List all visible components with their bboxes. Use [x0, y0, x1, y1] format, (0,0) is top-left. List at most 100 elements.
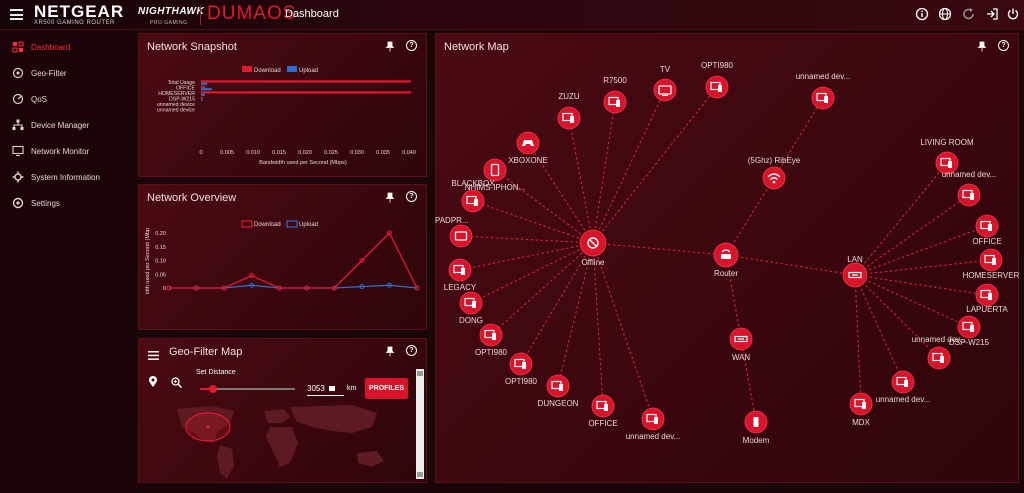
network-node-circle[interactable] — [603, 90, 627, 114]
network-node-office-off[interactable]: OFFICE — [588, 394, 618, 428]
scroll-down-icon[interactable] — [417, 472, 423, 477]
network-node-modem[interactable]: Modem — [743, 410, 770, 445]
modem-icon — [753, 417, 759, 427]
sidebar-item-settings[interactable]: Settings — [0, 192, 130, 214]
help-icon[interactable]: ? — [406, 345, 417, 356]
network-node-circle[interactable] — [479, 323, 503, 347]
snapshot-chart: Download Upload Total UsageOFFICEHOMESER… — [157, 66, 416, 166]
pin-icon[interactable] — [385, 192, 395, 203]
network-link — [854, 274, 904, 383]
network-node-tv[interactable]: TV — [653, 65, 677, 102]
sidebar-item-system-information[interactable]: System Information — [0, 166, 130, 188]
overview-ytick-label: 0.05 — [155, 272, 166, 278]
snapshot-upload-bar — [201, 93, 206, 96]
network-node-label: OPTI980 — [505, 377, 538, 386]
network-node-circle[interactable] — [927, 346, 951, 370]
network-node-circle[interactable] — [975, 214, 999, 238]
network-node-circle[interactable] — [811, 86, 835, 110]
network-node-circle[interactable] — [957, 183, 981, 207]
network-node-r7500[interactable]: R7500 — [603, 76, 627, 114]
network-node-unnamed-top[interactable]: unnamed dev... — [796, 72, 851, 110]
network-node-unnamed-lan3[interactable]: unnamed dev... — [876, 370, 931, 404]
location-icon[interactable] — [148, 376, 158, 388]
network-node-circle[interactable] — [653, 78, 677, 102]
network-node-opti980-a[interactable]: OPTI980 — [475, 323, 508, 357]
network-node-circle[interactable] — [975, 283, 999, 307]
network-node-circle[interactable] — [546, 374, 570, 398]
network-node-homeserver[interactable]: HOMESERVER — [963, 248, 1019, 280]
scrollbar[interactable] — [416, 369, 424, 479]
overview-ytick-label: 0.20 — [155, 231, 166, 237]
network-node-label: unnamed dev... — [942, 170, 997, 179]
network-node-opti980-top[interactable]: OPTI980 — [701, 61, 734, 99]
network-node-circle[interactable] — [641, 407, 665, 431]
network-node-circle[interactable] — [483, 158, 507, 182]
network-node-circle[interactable] — [461, 189, 485, 213]
distance-slider-handle[interactable] — [209, 385, 217, 393]
power-icon[interactable] — [1006, 7, 1020, 21]
network-node-router[interactable]: Router — [713, 242, 739, 278]
network-node-lan[interactable]: LAN — [842, 255, 868, 288]
sidebar-item-dashboard[interactable]: Dashboard — [0, 36, 130, 58]
logout-icon[interactable] — [985, 7, 999, 21]
network-node-living[interactable]: LIVING ROOM — [920, 138, 974, 175]
network-link — [459, 242, 594, 271]
zoom-icon[interactable] — [171, 377, 182, 388]
network-node-ribeye[interactable]: (5Ghz) RibEye — [748, 156, 801, 190]
sidebar-item-network-monitor[interactable]: Network Monitor — [0, 140, 130, 162]
help-icon[interactable]: ? — [406, 40, 417, 51]
menu-icon[interactable] — [148, 351, 159, 360]
network-node-dong[interactable]: DONG — [459, 291, 483, 325]
network-node-zuzu[interactable]: ZUZU — [557, 92, 581, 130]
network-node-unnamed-lan1[interactable]: unnamed dev... — [942, 170, 997, 207]
network-node-circle[interactable] — [979, 248, 1003, 272]
network-node-circle[interactable] — [459, 291, 483, 315]
globe-icon[interactable] — [938, 7, 952, 21]
legend-download-swatch — [242, 66, 252, 72]
network-node-dongsip[interactable]: DONGSIPADPR... — [435, 216, 473, 248]
info-icon[interactable] — [915, 7, 929, 21]
network-node-office-lan[interactable]: OFFICE — [972, 214, 1002, 246]
scroll-up-icon[interactable] — [417, 371, 423, 376]
network-node-unnamed-lan2[interactable]: unnamed dev... — [912, 335, 967, 370]
network-node-circle[interactable] — [591, 394, 615, 418]
pin-icon[interactable] — [385, 346, 395, 357]
sidebar-item-device-manager[interactable]: Device Manager — [0, 114, 130, 136]
profiles-button[interactable]: PROFILES — [365, 378, 408, 399]
world-map[interactable] — [172, 403, 408, 483]
network-node-circle[interactable] — [509, 352, 533, 376]
network-node-circle[interactable] — [557, 106, 581, 130]
refresh-icon[interactable] — [962, 7, 976, 21]
network-node-mdx[interactable]: MDX — [849, 392, 873, 427]
network-node-wan[interactable]: WAN — [729, 327, 753, 362]
network-node-blackbox[interactable]: BLACKBOX — [451, 179, 495, 213]
network-node-circle[interactable] — [891, 370, 915, 394]
sidebar-item-geo-filter[interactable]: Geo-Filter — [0, 62, 130, 84]
legend-upload-swatch — [286, 220, 298, 228]
sidebar-item-qos[interactable]: QoS — [0, 88, 130, 110]
network-node-circle[interactable] — [448, 258, 472, 282]
network-link — [592, 242, 727, 256]
network-node-circle[interactable] — [849, 392, 873, 416]
network-node-dungeon[interactable]: DUNGEON — [538, 374, 579, 408]
menu-icon[interactable] — [10, 9, 23, 20]
network-node-legacy[interactable]: LEGACY — [444, 258, 477, 292]
network-node-label: unnamed dev... — [876, 395, 931, 404]
distance-input[interactable]: 3053 — [307, 384, 344, 396]
network-link — [725, 254, 856, 276]
network-node-lapuerta[interactable]: LAPUERTA — [966, 283, 1008, 314]
network-node-label: DUNGEON — [538, 399, 579, 408]
snapshot-download-bar — [201, 85, 206, 88]
network-link — [773, 97, 824, 179]
network-node-label: unnamed dev... — [626, 432, 681, 441]
network-node-xboxone[interactable]: XBOXONE — [508, 131, 548, 165]
network-node-opti980-b[interactable]: OPTI980 — [505, 352, 538, 386]
network-node-offline[interactable]: Offline — [579, 229, 607, 267]
network-node-circle[interactable] — [705, 75, 729, 99]
network-link — [854, 274, 970, 328]
network-node-label: DONG — [459, 316, 483, 325]
network-node-unnamed-bottom[interactable]: unnamed dev... — [626, 407, 681, 441]
pin-icon[interactable] — [385, 41, 395, 52]
network-node-circle[interactable] — [449, 224, 473, 248]
help-icon[interactable]: ? — [406, 191, 417, 202]
